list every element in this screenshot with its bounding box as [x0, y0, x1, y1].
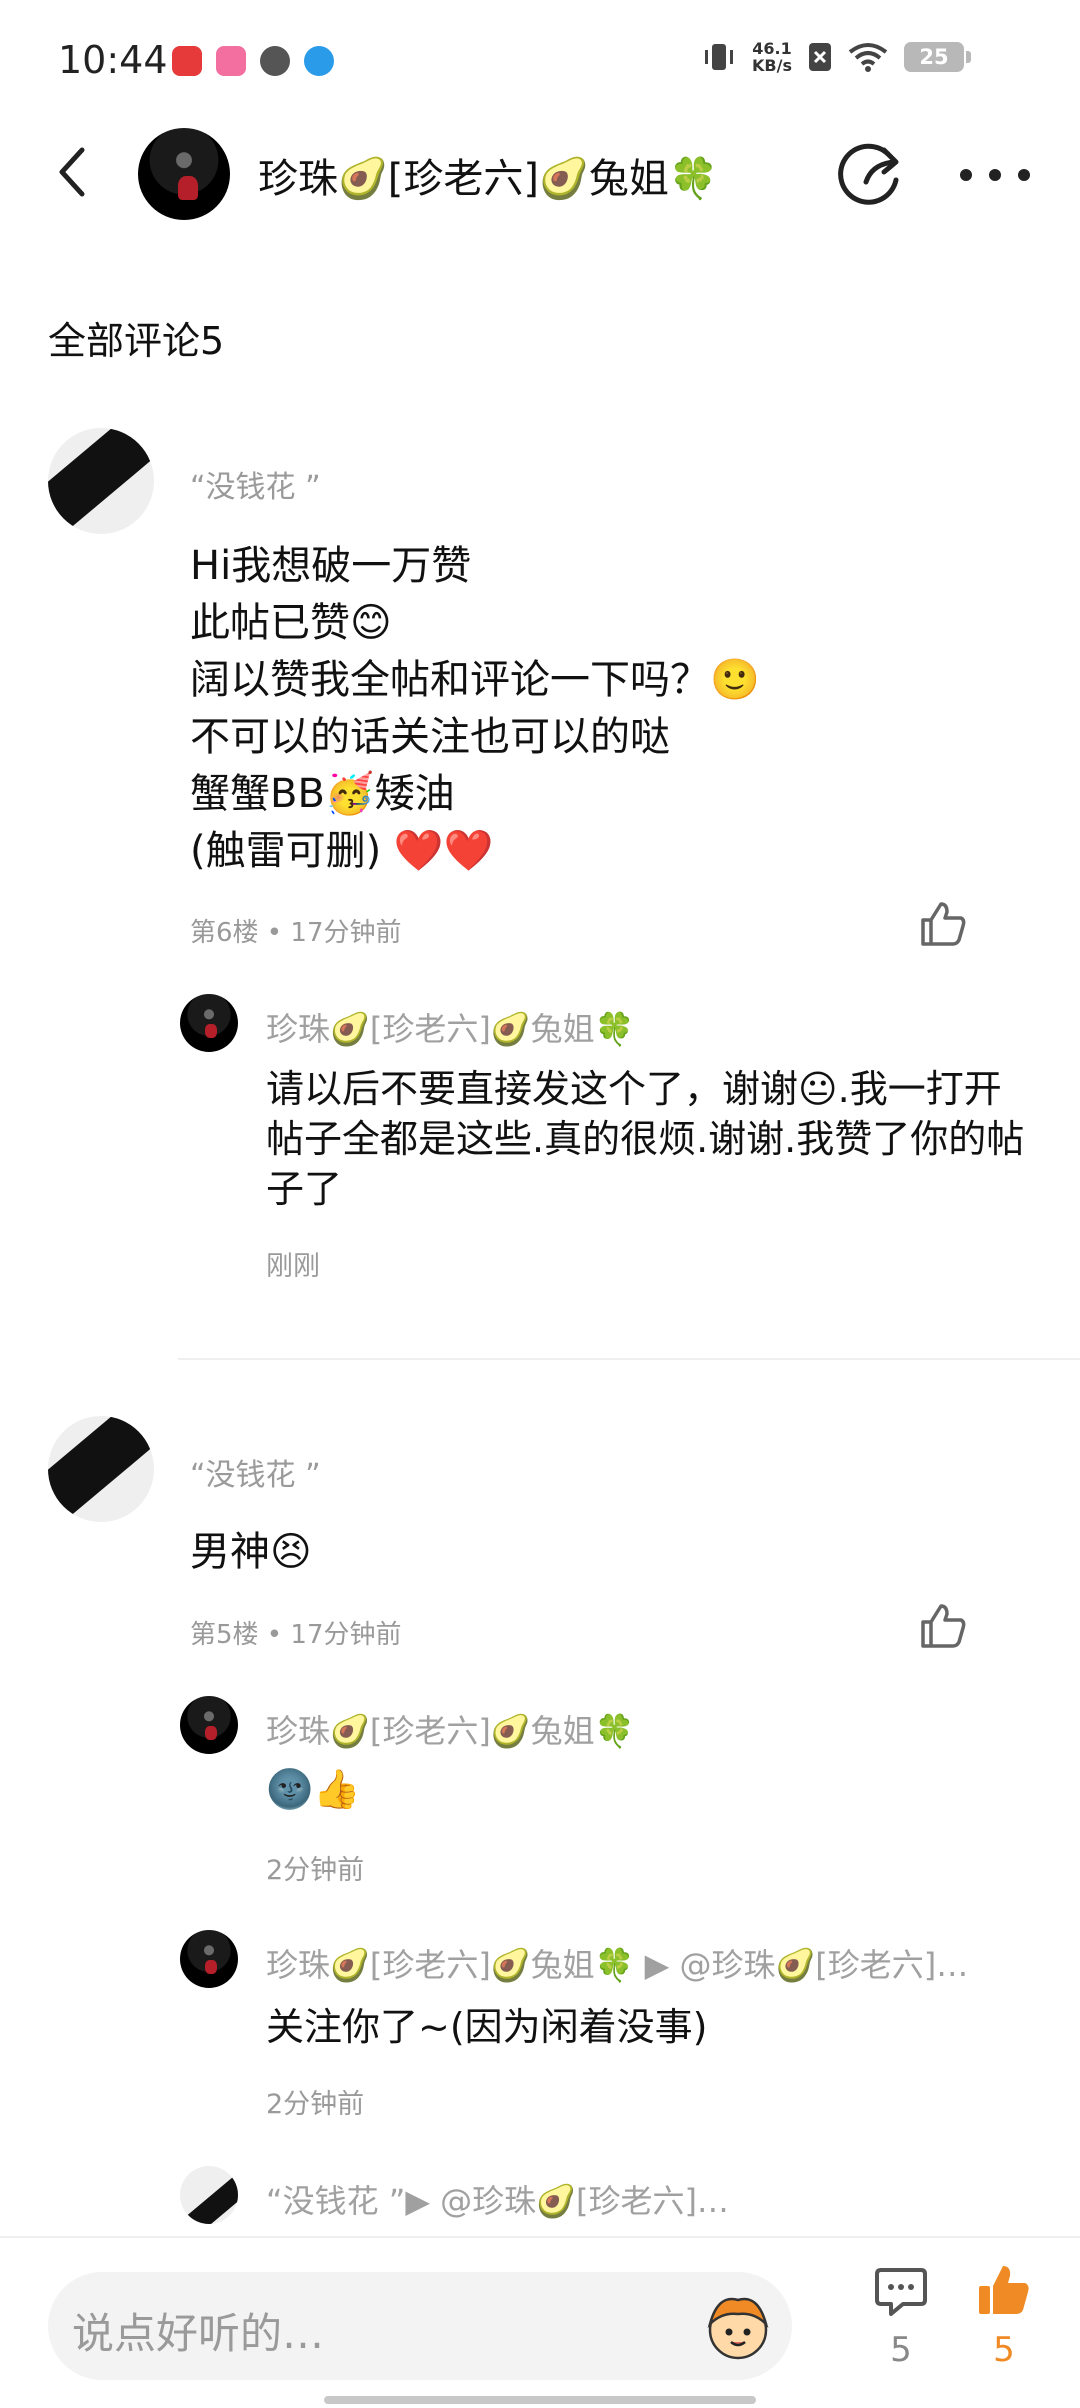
reply-author-name[interactable]: “没钱花 ”▶ @珍珠🥑[珍老六]… [266, 2176, 729, 2222]
thumbs-up-icon[interactable] [917, 1600, 969, 1652]
reply-avatar[interactable] [180, 1930, 238, 1988]
thumbs-up-filled-icon [979, 2266, 1029, 2314]
all-comments-title: 全部评论5 [48, 319, 225, 363]
reply-author-name[interactable]: 珍珠🥑[珍老六]🥑兔姐🍀 ▶ @珍珠🥑[珍老六]… [266, 1940, 968, 1986]
reply-text: 关注你了~(因为闲着没事) [266, 2005, 708, 2049]
reply-text: 🌚👍 [266, 1767, 361, 1811]
thumbs-up-icon[interactable] [917, 898, 969, 950]
commenter-avatar[interactable] [48, 428, 154, 534]
home-indicator[interactable] [324, 2396, 756, 2404]
status-right: 46.1 KB/s 25 [702, 40, 971, 74]
comment-count: 5 [890, 2330, 912, 2370]
check-badge-icon [260, 46, 290, 76]
sim-off-icon [809, 43, 831, 71]
bottom-bar: 说点好听的… 5 5 [0, 2236, 1080, 2408]
dot-icon [1018, 169, 1030, 181]
status-time: 10:44 [58, 38, 168, 82]
reply-author-name[interactable]: 珍珠🥑[珍老六]🥑兔姐🍀 [266, 1004, 635, 1050]
reply-time: 2分钟前 [266, 1855, 365, 1886]
commenter-name[interactable]: “没钱花 ” [190, 462, 321, 506]
comment-input[interactable]: 说点好听的… [48, 2272, 792, 2380]
reply-time: 刚刚 [266, 1251, 320, 1282]
reply-text: 请以后不要直接发这个了，谢谢😐.我一打开帖子全都是这些.真的很烦.谢谢.我赞了你… [266, 1067, 1025, 1211]
like-count: 5 [993, 2330, 1015, 2370]
more-options-button[interactable] [960, 150, 1030, 200]
back-arrow-icon[interactable] [44, 142, 104, 202]
net-speed-value: 46.1 [752, 39, 792, 58]
reply-avatar[interactable] [180, 994, 238, 1052]
reply-avatar[interactable] [180, 2166, 238, 2224]
notification-icons [172, 46, 334, 76]
net-speed: 46.1 KB/s [752, 40, 792, 74]
commenter-name[interactable]: “没钱花 ” [190, 1450, 321, 1494]
post-author-avatar[interactable] [138, 128, 230, 220]
comment-input-placeholder: 说点好听的… [72, 2309, 325, 2358]
commenter-avatar[interactable] [48, 1416, 154, 1522]
net-speed-unit: KB/s [752, 56, 792, 75]
comment-meta: 第5楼 • 17分钟前 [190, 1620, 402, 1650]
vibrate-icon [705, 44, 734, 70]
share-icon[interactable] [838, 140, 908, 210]
comment-content: Hi我想破一万赞 此帖已赞😊 阔以赞我全帖和评论一下吗？🙂 不可以的话关注也可以… [190, 543, 760, 874]
lofter-icon [216, 46, 246, 76]
reply-avatar[interactable] [180, 1696, 238, 1754]
like-count-button[interactable]: 5 [964, 2262, 1044, 2370]
mascot-emoji-icon[interactable] [698, 2286, 778, 2366]
comment-meta: 第6楼 • 17分钟前 [190, 918, 402, 948]
dot-icon [989, 169, 1001, 181]
comment-content: 男神😣 [190, 1529, 312, 1575]
comment-count-button[interactable]: 5 [861, 2264, 941, 2370]
reply-author-name[interactable]: 珍珠🥑[珍老六]🥑兔姐🍀 [266, 1706, 635, 1752]
battery-indicator: 25 [904, 42, 971, 72]
netease-music-icon [172, 46, 202, 76]
post-author-name[interactable]: 珍珠🥑[珍老六]🥑兔姐🍀 [258, 146, 719, 204]
dot-icon [960, 169, 972, 181]
qq-icon [304, 46, 334, 76]
reply-time: 2分钟前 [266, 2089, 365, 2120]
comment-divider [178, 1358, 1080, 1360]
top-header: 珍珠🥑[珍老六]🥑兔姐🍀 [0, 120, 1080, 230]
wifi-icon [848, 43, 888, 72]
status-bar: 10:44 46.1 KB/s 25 [0, 0, 1080, 120]
comment-bubble-icon [875, 2268, 927, 2316]
